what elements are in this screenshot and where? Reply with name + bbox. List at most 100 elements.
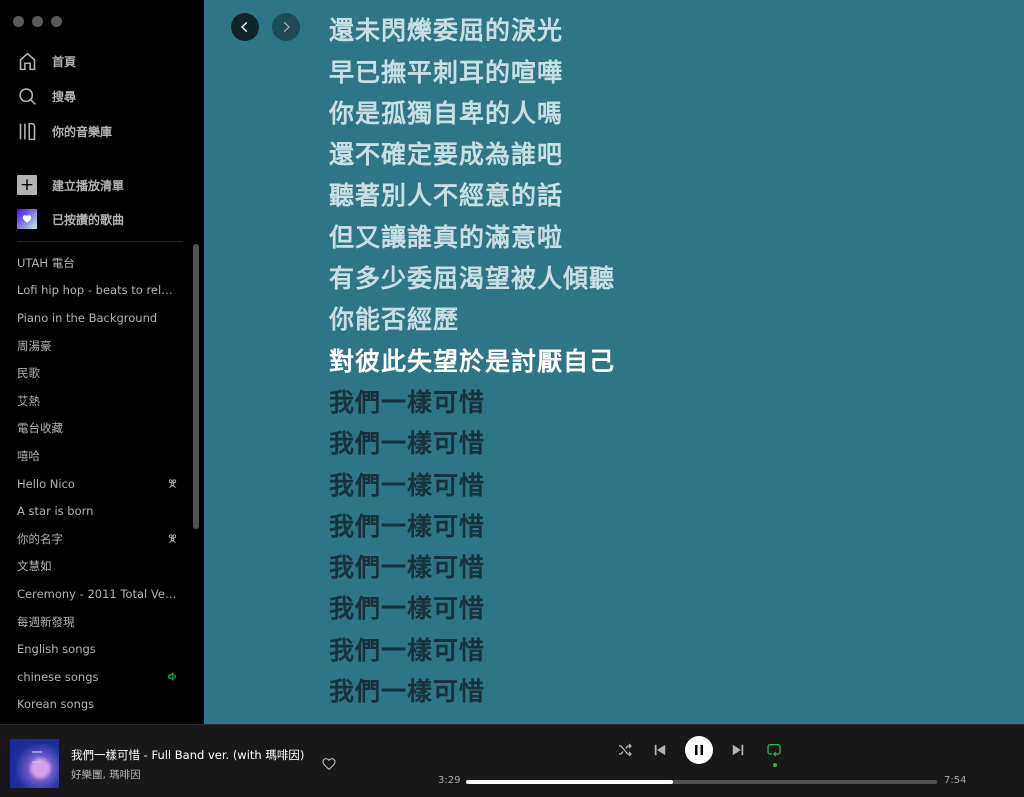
lyric-line-cutoff [329, 0, 615, 10]
home-icon [19, 52, 36, 71]
playlist-label: 民歌 [17, 366, 40, 381]
heart-icon [17, 209, 37, 229]
close-window-button[interactable] [13, 16, 24, 27]
album-cover[interactable] [10, 739, 59, 788]
speaker-playing-icon [166, 671, 178, 683]
lyric-line: 還不確定要成為誰吧 [329, 140, 564, 170]
skip-back-icon [654, 744, 666, 756]
progress-bar[interactable] [466, 780, 937, 784]
playlist-label: Piano in the Background [17, 310, 158, 325]
next-button[interactable] [727, 739, 749, 761]
playlist-label: 艾熱 [17, 393, 40, 408]
playback-controls [614, 736, 785, 767]
nav-search[interactable]: 搜尋 [0, 79, 204, 114]
liked-songs-label: 已按讚的歌曲 [52, 212, 125, 227]
pause-icon [695, 745, 703, 755]
playlist-item[interactable]: Korean songs [0, 691, 190, 719]
lyric-line: 我們一樣可惜 [329, 511, 486, 541]
playlist-label: 周湯豪 [17, 338, 52, 353]
playlist-item[interactable]: 電台收藏 [0, 415, 190, 443]
playlist-item[interactable]: Piano in the Background [0, 304, 190, 332]
lyric-line-current: 對彼此失望於是討厭自己 [329, 346, 616, 376]
playlist-label: 嘻哈 [17, 448, 40, 463]
lyric-line: 早已撫平刺耳的喧嘩 [329, 57, 564, 87]
playlist-item[interactable]: Lofi hip hop - beats to relax/... [0, 277, 190, 305]
lyrics-view: 還未閃爍委屈的淚光 早已撫平刺耳的喧嘩 你是孤獨自卑的人嗎 還不確定要成為誰吧 聽著別人… [204, 0, 1024, 724]
repeat-button[interactable] [763, 739, 785, 767]
playlist-list: UTAH 電台 Lofi hip hop - beats to relax/...… [0, 249, 190, 724]
now-playing-bar: 我們一樣可惜 - Full Band ver. (with 瑪啡因) 好樂團, … [0, 724, 1024, 797]
search-icon [19, 88, 36, 105]
lyric-line: 我們一樣可惜 [329, 553, 486, 583]
playlist-item[interactable]: 周湯豪 [0, 332, 190, 360]
playlist-label: A star is born [17, 504, 94, 519]
nav-library-label: 你的音樂庫 [52, 125, 113, 139]
nav-home[interactable]: 首頁 [0, 44, 204, 79]
lyric-line: 還未閃爍委屈的淚光 [329, 16, 564, 46]
sidebar-scrollbar[interactable] [193, 244, 199, 529]
repeat-active-dot [772, 763, 777, 767]
playlist-label: chinese songs [17, 669, 99, 684]
playlist-item[interactable]: 民歌 [0, 359, 190, 387]
track-title[interactable]: 我們一樣可惜 - Full Band ver. (with 瑪啡因) [71, 747, 304, 763]
lyric-line: 聽著別人不經意的話 [329, 181, 564, 211]
playlist-item[interactable]: 文慧如 [0, 553, 190, 581]
collaborative-icon [166, 478, 178, 490]
lyric-line: 我們一樣可惜 [329, 635, 486, 665]
minimize-window-button[interactable] [32, 16, 43, 27]
shuffle-button[interactable] [614, 739, 636, 761]
nav-home-label: 首頁 [52, 55, 77, 69]
playlist-item[interactable]: 嘻哈 [0, 442, 190, 470]
create-playlist-label: 建立播放清單 [52, 178, 125, 193]
playlist-item[interactable]: 每週新發現 [0, 608, 190, 636]
maximize-window-button[interactable] [51, 16, 62, 27]
lyric-line: 你是孤獨自卑的人嗎 [329, 98, 564, 128]
playlist-item[interactable]: 艾熱 [0, 387, 190, 415]
lyric-line: 有多少委屈渴望被人傾聽 [329, 264, 616, 294]
playlist-item[interactable]: chinese songs [0, 663, 190, 691]
playlist-item[interactable]: UTAH 電台 [0, 249, 190, 277]
playlist-label: Ceremony - 2011 Total Versi... [17, 586, 178, 601]
back-button[interactable] [231, 13, 259, 41]
sidebar-actions: + 建立播放清單 已按讚的歌曲 [0, 168, 204, 236]
playlist-item[interactable]: A star is born [0, 497, 190, 525]
playlist-label: 電台收藏 [17, 421, 63, 436]
forward-button[interactable] [272, 13, 300, 41]
chevron-left-icon [241, 21, 248, 33]
playlist-label: English songs [17, 642, 96, 657]
liked-songs-button[interactable]: 已按讚的歌曲 [0, 202, 204, 236]
heart-outline-icon[interactable] [321, 756, 337, 772]
shuffle-icon [619, 743, 632, 757]
playlist-label: Korean songs [17, 697, 95, 712]
nav-search-label: 搜尋 [52, 90, 77, 104]
lyric-line: 但又讓誰真的滿意啦 [329, 222, 564, 252]
lyric-line: 你能否經歷 [329, 305, 460, 335]
playlist-item[interactable]: 你的名字 [0, 525, 190, 553]
create-playlist-button[interactable]: + 建立播放清單 [0, 168, 204, 202]
playlist-item[interactable]: Ceremony - 2011 Total Versi... [0, 580, 190, 608]
total-time: 7:54 [944, 775, 967, 786]
lyric-line: 我們一樣可惜 [329, 594, 486, 624]
lyric-line: 我們一樣可惜 [329, 387, 486, 417]
chevron-right-icon [283, 21, 290, 33]
playlist-label: 你的名字 [17, 531, 63, 546]
playlist-item[interactable]: English songs [0, 635, 190, 663]
sidebar-divider [17, 241, 183, 242]
library-icon [19, 122, 36, 141]
previous-button[interactable] [649, 739, 671, 761]
track-artist[interactable]: 好樂團, 瑪啡因 [71, 767, 141, 782]
repeat-icon [767, 744, 781, 757]
plus-icon: + [17, 175, 37, 195]
elapsed-time: 3:29 [438, 775, 461, 786]
playlist-item[interactable]: Hello Nico [0, 470, 190, 498]
lyrics-list: 還未閃爍委屈的淚光 早已撫平刺耳的喧嘩 你是孤獨自卑的人嗎 還不確定要成為誰吧 聽著別人… [329, 0, 615, 712]
playlist-label: Hello Nico [17, 476, 75, 491]
pause-button[interactable] [685, 736, 713, 764]
playlist-label: 文慧如 [17, 559, 52, 574]
lyric-line: 我們一樣可惜 [329, 677, 486, 707]
window-controls [13, 16, 62, 27]
lyric-line: 我們一樣可惜 [329, 470, 486, 500]
sidebar: 首頁 搜尋 你的音樂庫 + 建立播放清單 已按讚的歌曲 UTAH 電台 Lofi … [0, 0, 204, 724]
progress-fill [466, 780, 674, 784]
nav-library[interactable]: 你的音樂庫 [0, 114, 204, 149]
